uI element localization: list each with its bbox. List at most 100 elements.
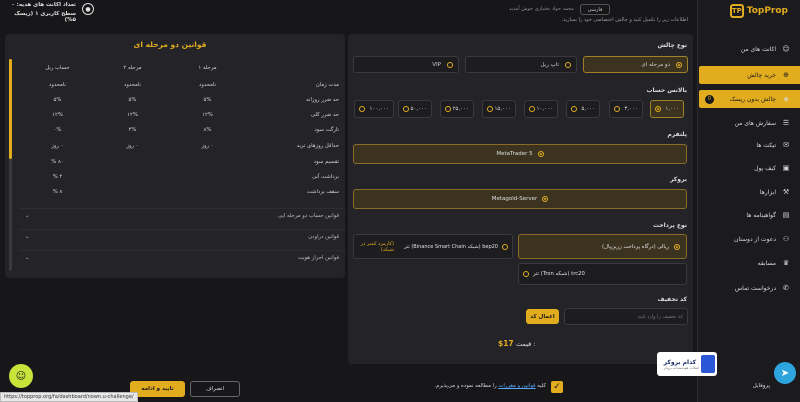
balance-option[interactable]: ۱۵,۰۰۰ bbox=[482, 100, 516, 118]
balance-option[interactable]: ۵۰,۰۰۰ bbox=[398, 100, 432, 118]
rules-title: قوانین دو مرحله ای bbox=[133, 40, 207, 49]
challenge-type-label: نوع چالش bbox=[657, 42, 687, 49]
balance-option[interactable]: ۱۰۰,۰۰۰ bbox=[354, 100, 394, 118]
welcome-text: محمد جواد بختیاری خوش آمدید bbox=[508, 6, 574, 12]
phone-icon: ✆ bbox=[783, 284, 789, 292]
radio-icon bbox=[445, 106, 451, 112]
balance-option[interactable]: ۵,۰۰۰ bbox=[566, 100, 600, 118]
trophy-icon: ♛ bbox=[782, 259, 790, 267]
terms-text: کلیه قوانین و مقررات را مطالعه نموده و م… bbox=[434, 383, 546, 389]
user-icon: ☺ bbox=[782, 45, 790, 53]
top-bar: ● تعداد اکانت های هدیه: ۰ سطح کاربری ۱ (… bbox=[0, 0, 800, 24]
discount-input[interactable] bbox=[564, 308, 688, 325]
telegram-icon[interactable]: ➤ bbox=[774, 362, 796, 384]
scrollbar-thumb[interactable] bbox=[9, 59, 12, 159]
table-row: تقسیم سود ۸۰ % bbox=[51, 159, 339, 165]
rules-link-kyc[interactable]: قوانین احراز هویت ⌄ bbox=[19, 250, 345, 264]
table-row: حداقل روزهای ترید ۰ روز ۰ روز ۰ روز bbox=[51, 143, 339, 149]
logo-icon: TP bbox=[729, 4, 744, 18]
sidebar-item-my-accounts[interactable]: ☺ اکانت های من bbox=[699, 40, 800, 58]
cancel-button[interactable]: انصراف bbox=[190, 381, 240, 397]
invite-icon: ⚇ bbox=[782, 235, 790, 243]
challenge-type-vip[interactable]: VIP bbox=[353, 56, 459, 73]
radio-icon bbox=[502, 243, 508, 250]
radio-selected-icon bbox=[537, 151, 544, 157]
table-row: سقف برداشت ۸ % bbox=[52, 189, 339, 195]
payment-bep20-note: (کارمزد کمتر در شبکه) bbox=[360, 240, 394, 253]
balance-option[interactable]: ۲۵,۰۰۰ bbox=[440, 100, 474, 118]
sidebar-item-tools[interactable]: ⚒ ابزارها bbox=[699, 183, 800, 201]
risk-free-badge: 0 bbox=[705, 94, 714, 104]
payment-option-bep20[interactable]: (کارمزد کمتر در شبکه) bep20 (شبکه Binanc… bbox=[353, 234, 513, 259]
sidebar-item-risk-free[interactable]: ◈ چالش بدون ریسک 0 bbox=[699, 90, 800, 108]
balance-option[interactable]: ۱۰,۰۰۰ bbox=[524, 100, 558, 118]
table-row: تارگت سود ۸% ۴% ۰% bbox=[53, 127, 339, 133]
wallet-icon: ▣ bbox=[782, 164, 790, 172]
radio-selected-icon bbox=[655, 106, 661, 112]
radio-icon bbox=[571, 106, 577, 112]
confirm-button[interactable]: تایید و ادامه bbox=[130, 381, 185, 397]
challenge-type-two-step[interactable]: دو مرحله ای bbox=[583, 56, 688, 73]
price-label: قیمت : bbox=[516, 340, 536, 348]
chat-widget-icon[interactable]: ☺ bbox=[9, 364, 33, 388]
sidebar-item-orders[interactable]: ☰ سفارش های من bbox=[699, 114, 800, 132]
user-avatar-icon[interactable]: ● bbox=[82, 3, 94, 15]
sidebar-item-wallet[interactable]: ▣ کیف پول bbox=[699, 159, 800, 177]
shield-icon: ◈ bbox=[783, 95, 789, 103]
rules-link-drawdown[interactable]: قوانین دراودن ⌄ bbox=[19, 229, 345, 243]
table-row: حد ضرر کلی ۱۲% ۱۲% ۱۲% bbox=[52, 112, 339, 118]
payment-option-rial[interactable]: ریالی (درگاه پرداخت زرین‌پال) bbox=[518, 234, 687, 259]
broker-label: بروکر bbox=[670, 176, 687, 183]
radio-icon bbox=[529, 106, 535, 112]
sidebar: TP TopProp ☺ اکانت های من ⊕ خرید چالش ◈ چالش… bbox=[697, 0, 800, 402]
radio-icon bbox=[614, 106, 620, 112]
rules-link-two-step[interactable]: قوانین حساب دو مرحله ایی ⌄ bbox=[19, 208, 345, 222]
page-subtitle: اطلاعات زیر را تکمیل کنید و چالش اختصاصی… bbox=[561, 17, 688, 23]
terms-checkbox[interactable]: ✓ bbox=[551, 381, 563, 393]
chevron-down-icon: ⌄ bbox=[25, 254, 30, 261]
balance-label: بالانس حساب bbox=[646, 87, 687, 94]
tools-icon: ⚒ bbox=[782, 188, 790, 196]
radio-icon bbox=[447, 61, 453, 68]
platform-label: پلتفرم bbox=[667, 131, 687, 138]
list-icon: ☰ bbox=[782, 119, 790, 127]
broker-badge-icon bbox=[701, 355, 715, 373]
table-row: مدت زمان نامحدود نامحدود نامحدود bbox=[48, 82, 339, 88]
terms-link[interactable]: قوانین و مقررات bbox=[498, 383, 535, 389]
certificate-icon: ▤ bbox=[782, 211, 790, 219]
sidebar-item-buy-challenge[interactable]: ⊕ خرید چالش bbox=[699, 66, 800, 84]
sidebar-item-contact[interactable]: ✆ درخواست تماس bbox=[699, 279, 800, 297]
user-level: سطح کاربری ۱ (ریسک ۵%) bbox=[14, 11, 76, 23]
table-row: حد ضرر روزانه ۵% ۵% ۵% bbox=[53, 97, 339, 103]
radio-icon bbox=[403, 106, 409, 112]
sidebar-item-tickets[interactable]: ✉ تیکت ها bbox=[699, 136, 800, 154]
radio-icon bbox=[523, 271, 529, 277]
challenge-form-panel: نوع چالش دو مرحله ای تاپ ریل VIP بالانس … bbox=[348, 34, 693, 364]
payment-option-trc20[interactable]: trc20 (شبکه Tron) تتر bbox=[518, 263, 687, 285]
chevron-down-icon: ⌄ bbox=[25, 233, 30, 240]
sidebar-item-invite[interactable]: ⚇ دعوت از دوستان bbox=[699, 230, 800, 248]
balance-option[interactable]: ۳,۰۰۰ bbox=[609, 100, 643, 118]
profile-link[interactable]: پروفایل bbox=[753, 383, 770, 389]
price-value: $17 bbox=[498, 339, 514, 348]
broker-badge[interactable]: کدام بروکر انتخاب هوشمندانه بروکر bbox=[657, 352, 717, 376]
broker-option-metagold[interactable]: Metagold-Server bbox=[353, 189, 687, 209]
sidebar-item-contest[interactable]: ♛ مسابقه bbox=[699, 254, 800, 272]
platform-option-mt5[interactable]: MetaTrader 5 bbox=[353, 144, 687, 164]
radio-selected-icon bbox=[676, 61, 682, 68]
challenge-type-top-real[interactable]: تاپ ریل bbox=[465, 56, 577, 73]
balance-option[interactable]: ۱,۰۰۰ bbox=[650, 100, 684, 118]
rules-scrollbar[interactable] bbox=[9, 59, 12, 271]
cart-icon: ⊕ bbox=[783, 71, 789, 79]
language-select[interactable]: فارسی bbox=[580, 4, 610, 15]
radio-selected-icon bbox=[542, 196, 549, 202]
discount-label: کد تخفیف bbox=[657, 296, 687, 303]
rules-panel: قوانین دو مرحله ای مرحله ۱ مرحله ۲ حساب ری… bbox=[5, 34, 345, 278]
sidebar-item-certificates[interactable]: ▤ گواهینامه ها bbox=[699, 206, 800, 224]
payment-type-label: نوع پرداخت bbox=[653, 222, 687, 229]
apply-discount-button[interactable]: اعمال کد bbox=[526, 309, 559, 324]
brand-logo[interactable]: TP TopProp bbox=[729, 4, 788, 18]
chat-icon: ✉ bbox=[783, 141, 789, 149]
chevron-down-icon: ⌄ bbox=[25, 212, 30, 219]
radio-selected-icon bbox=[674, 243, 680, 250]
